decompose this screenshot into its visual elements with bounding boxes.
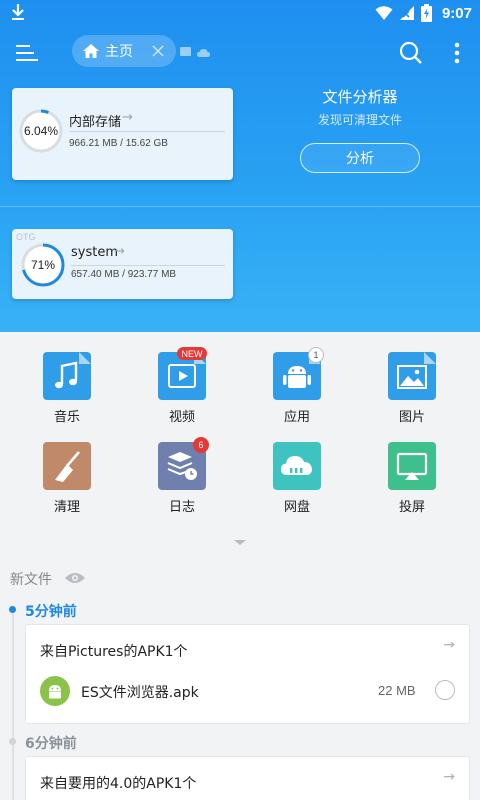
recent-files-heading: 新文件 xyxy=(10,572,52,588)
more-options-icon[interactable] xyxy=(446,38,468,68)
category-video[interactable]: NEW 视频 xyxy=(142,332,222,425)
music-note-icon xyxy=(43,352,91,400)
tab-home[interactable]: 主页 xyxy=(72,35,176,67)
storage-name: system xyxy=(71,245,118,260)
close-icon[interactable] xyxy=(150,43,166,59)
download-icon xyxy=(12,4,24,20)
group-time: 6分钟前 xyxy=(25,736,77,752)
category-cast[interactable]: 投屏 xyxy=(372,422,452,515)
arrow-right-icon[interactable]: → xyxy=(443,769,455,785)
clock: 9:07 xyxy=(441,4,472,22)
usage-percent: 71% xyxy=(30,258,56,272)
analyze-button[interactable]: 分析 xyxy=(300,143,420,173)
category-label: 清理 xyxy=(53,500,80,515)
cast-screen-icon xyxy=(388,442,436,490)
home-icon xyxy=(83,44,99,58)
new-badge: NEW xyxy=(177,347,207,360)
recent-group-card[interactable]: 来自要用的4.0的APK1个 → xyxy=(25,756,470,800)
header-panel: 9:07 主页 6.04% 内部存储 → 966.21 MB / 15.62 G… xyxy=(0,0,480,332)
storage-usage-gauge: 6.04% xyxy=(18,108,64,154)
storage-usage-gauge: 71% xyxy=(20,242,66,288)
category-cleaner[interactable]: 清理 xyxy=(27,422,107,515)
otg-storage-card[interactable]: OTG 71% system → 657.40 MB / 923.77 MB xyxy=(12,229,233,299)
select-checkbox[interactable] xyxy=(435,680,455,700)
broom-icon xyxy=(43,442,91,490)
analyzer-subtitle: 发现可清理文件 xyxy=(317,113,402,127)
category-grid: 音乐 NEW 视频 1 应用 图片 清理 6 日志 网盘 投屏 xyxy=(0,332,480,560)
timeline-dot xyxy=(9,606,16,613)
storage-name: 内部存储 xyxy=(69,115,122,130)
file-size: 22 MB xyxy=(378,683,416,698)
category-apps[interactable]: 1 应用 xyxy=(257,332,337,425)
divider xyxy=(0,206,480,207)
category-label: 网盘 xyxy=(283,500,310,515)
count-badge: 6 xyxy=(193,437,209,453)
category-label: 日志 xyxy=(168,500,195,515)
arrow-right-icon: → xyxy=(114,244,125,259)
tab-home-label: 主页 xyxy=(105,44,133,60)
otg-label: OTG xyxy=(16,232,36,242)
cloud-drive-icon xyxy=(273,442,321,490)
divider xyxy=(71,265,225,266)
toolbar: 主页 xyxy=(0,30,480,74)
storage-size: 657.40 MB / 923.77 MB xyxy=(71,269,177,280)
eye-icon[interactable] xyxy=(64,571,86,585)
window-cloud-icon[interactable] xyxy=(180,44,216,60)
group-title: 来自Pictures的APK1个 xyxy=(40,644,188,660)
signal-icon xyxy=(399,6,414,20)
category-music[interactable]: 音乐 xyxy=(27,332,107,425)
internal-storage-card[interactable]: 6.04% 内部存储 → 966.21 MB / 15.62 GB xyxy=(12,88,233,180)
battery-icon xyxy=(420,4,432,22)
arrow-right-icon: → xyxy=(122,110,133,125)
menu-icon[interactable] xyxy=(12,38,42,68)
category-label: 投屏 xyxy=(398,500,425,515)
picture-icon xyxy=(388,352,436,400)
timeline-line xyxy=(12,612,14,800)
category-logs[interactable]: 6 日志 xyxy=(142,422,222,515)
wifi-icon xyxy=(375,6,393,20)
count-badge: 1 xyxy=(308,347,324,363)
storage-size: 966.21 MB / 15.62 GB xyxy=(69,138,168,149)
timeline-dot xyxy=(9,738,16,745)
status-bar: 9:07 xyxy=(0,0,480,26)
android-apk-icon xyxy=(40,676,70,706)
category-cloud-drive[interactable]: 网盘 xyxy=(257,422,337,515)
usage-percent: 6.04% xyxy=(23,124,59,138)
arrow-right-icon[interactable]: → xyxy=(443,637,455,653)
category-pictures[interactable]: 图片 xyxy=(372,332,452,425)
group-title: 来自要用的4.0的APK1个 xyxy=(40,776,197,792)
chevron-down-icon[interactable] xyxy=(232,537,248,547)
search-icon[interactable] xyxy=(396,38,426,68)
analyzer-title: 文件分析器 xyxy=(322,88,398,106)
recent-group-card[interactable]: 来自Pictures的APK1个 → ES文件浏览器.apk 22 MB xyxy=(25,624,470,724)
divider xyxy=(69,131,225,132)
file-name[interactable]: ES文件浏览器.apk xyxy=(81,682,199,702)
group-time: 5分钟前 xyxy=(25,604,77,620)
